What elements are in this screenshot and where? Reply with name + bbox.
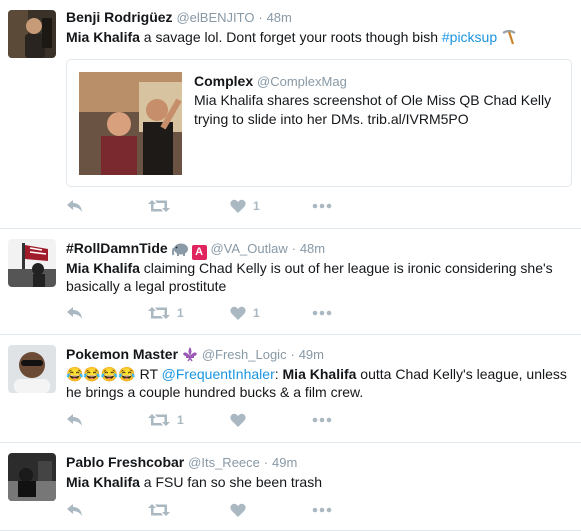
fullname[interactable]: #RollDamnTide (66, 240, 168, 256)
tweet-text-body: a savage lol. Dont forget your roots tho… (139, 29, 442, 45)
tweet[interactable]: #RollDamnTide A @VA_Outlaw · 48m Mia Kha… (0, 229, 581, 335)
tweet[interactable]: Pablo Freshcobar @Its_Reece · 49m Mia Kh… (0, 443, 581, 531)
quoted-tweet[interactable]: Complex @ComplexMag Mia Khalifa shares s… (66, 59, 572, 187)
hashtag-link[interactable]: #picksup (442, 29, 497, 45)
elephant-icon (171, 242, 190, 260)
separator-dot: · (263, 455, 269, 470)
retweet-icon (148, 200, 170, 212)
retweet-icon (148, 504, 170, 516)
avatar[interactable] (8, 10, 56, 58)
tweet-timeline: Benji Rodrigüez @elBENJITO · 48m Mia Kha… (0, 0, 581, 531)
tweet-actions: 1 1 (66, 303, 394, 323)
username[interactable]: @elBENJITO (176, 10, 254, 25)
quoted-tweet-image (79, 72, 182, 175)
tweet-header: #RollDamnTide A @VA_Outlaw · 48m (66, 239, 573, 260)
quoted-fullname: Complex (194, 73, 254, 89)
reply-button[interactable] (66, 303, 148, 323)
retweet-button[interactable]: 1 (148, 303, 230, 323)
reply-icon (67, 307, 82, 319)
more-button[interactable] (312, 500, 394, 520)
more-button[interactable] (312, 410, 394, 430)
letter-a-badge: A (191, 245, 207, 260)
fleur-de-lis-icon (182, 346, 198, 366)
retweet-button[interactable]: 1 (148, 410, 230, 430)
username[interactable]: @VA_Outlaw (210, 241, 287, 256)
reply-icon (67, 200, 82, 212)
like-button[interactable] (230, 500, 312, 520)
heart-icon (230, 413, 246, 427)
reply-icon (67, 504, 82, 516)
retweet-colon: : (274, 366, 279, 382)
quoted-username: @ComplexMag (257, 74, 347, 89)
tweet-header: Pablo Freshcobar @Its_Reece · 49m (66, 453, 573, 471)
highlighted-name: Mia Khalifa (66, 29, 140, 45)
avatar[interactable] (8, 345, 56, 393)
like-count: 1 (253, 306, 260, 320)
tweet-header: Benji Rodrigüez @elBENJITO · 48m (66, 8, 573, 26)
avatar[interactable] (8, 239, 56, 287)
username[interactable]: @Fresh_Logic (202, 347, 287, 362)
retweet-icon (148, 307, 170, 319)
like-button[interactable]: 1 (230, 303, 312, 323)
fullname[interactable]: Pokemon Master (66, 346, 178, 362)
heart-icon (230, 199, 246, 213)
username[interactable]: @Its_Reece (188, 455, 260, 470)
tweet[interactable]: Benji Rodrigüez @elBENJITO · 48m Mia Kha… (0, 0, 581, 229)
fullname[interactable]: Pablo Freshcobar (66, 454, 184, 470)
separator-dot: · (258, 10, 263, 25)
heart-icon (230, 306, 246, 320)
timestamp[interactable]: 49m (272, 455, 297, 470)
reply-button[interactable] (66, 196, 148, 216)
retweet-count: 1 (177, 413, 184, 427)
retweet-count: 1 (177, 306, 184, 320)
reply-button[interactable] (66, 410, 148, 430)
like-button[interactable] (230, 410, 312, 430)
tweet-text-body: claiming Chad Kelly is out of her league… (66, 260, 553, 294)
tweet-actions: 1 (66, 410, 394, 430)
more-icon (312, 203, 332, 209)
like-count: 1 (253, 199, 260, 213)
retweet-prefix: RT (139, 366, 158, 382)
retweet-button[interactable] (148, 500, 230, 520)
highlighted-name: Mia Khalifa (66, 260, 140, 276)
like-button[interactable]: 1 (230, 196, 312, 216)
highlighted-name: Mia Khalifa (66, 474, 140, 490)
retweet-icon (148, 414, 170, 426)
more-button[interactable] (312, 303, 394, 323)
avatar[interactable] (8, 453, 56, 501)
retweet-button[interactable] (148, 196, 230, 216)
highlighted-name: Mia Khalifa (282, 366, 357, 382)
tweet-actions (66, 500, 394, 520)
laughing-emoji-icons: 😂😂😂😂 (66, 366, 136, 382)
quoted-tweet-text: Mia Khalifa shares screenshot of Ole Mis… (194, 92, 552, 127)
tweet-text-body: a FSU fan so she been trash (139, 474, 323, 490)
separator-dot: · (290, 347, 295, 362)
tweet-actions: 1 (66, 196, 394, 216)
tweet[interactable]: Pokemon Master @Fresh_Logic · 49m 😂😂😂😂 R… (0, 335, 581, 443)
more-icon (312, 417, 332, 423)
heart-icon (230, 503, 246, 517)
timestamp[interactable]: 48m (267, 10, 292, 25)
more-icon (312, 310, 332, 316)
timestamp[interactable]: 49m (299, 347, 324, 362)
quoted-tweet-header: Complex @ComplexMag (194, 72, 561, 90)
fullname[interactable]: Benji Rodrigüez (66, 9, 173, 25)
tweet-text: Mia Khalifa a FSU fan so she been trash (66, 473, 573, 491)
timestamp[interactable]: 48m (300, 241, 325, 256)
mention-link[interactable]: @FrequentInhaler (162, 366, 275, 382)
tweet-header: Pokemon Master @Fresh_Logic · 49m (66, 345, 573, 363)
more-icon (312, 507, 332, 513)
tweet-text: Mia Khalifa a savage lol. Dont forget yo… (66, 28, 573, 49)
reply-button[interactable] (66, 500, 148, 520)
tweet-text: Mia Khalifa claiming Chad Kelly is out o… (66, 259, 573, 295)
tweet-text: 😂😂😂😂 RT @FrequentInhaler: Mia Khalifa ou… (66, 365, 573, 401)
separator-dot: · (291, 241, 296, 256)
more-button[interactable] (312, 196, 394, 216)
pick-icon (501, 29, 517, 49)
reply-icon (67, 414, 82, 426)
